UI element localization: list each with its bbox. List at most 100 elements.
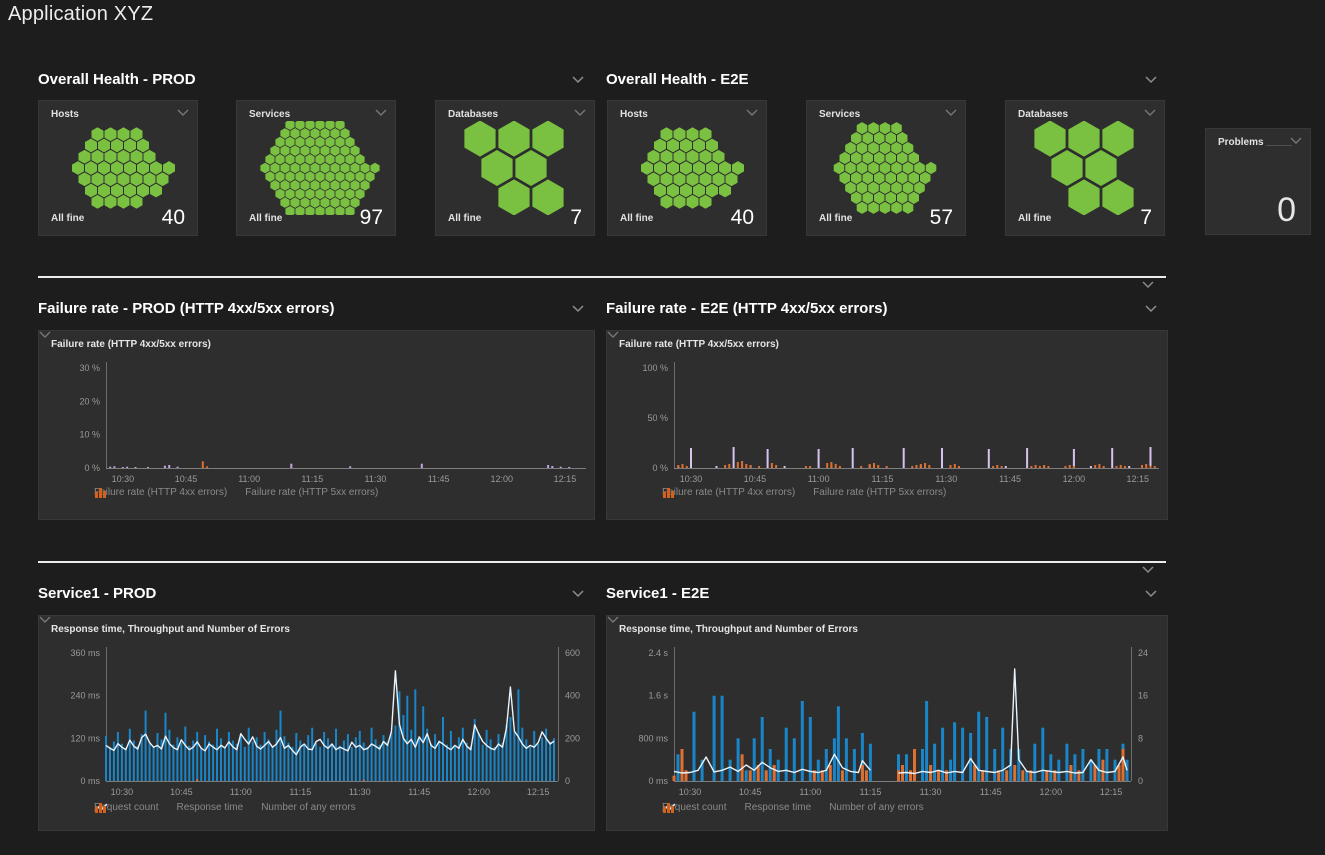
tile-title: Databases — [1018, 109, 1068, 120]
legend-label: Failure rate (HTTP 5xx errors) — [245, 487, 378, 498]
tile-status: All fine — [51, 213, 84, 224]
svg-text:11:45: 11:45 — [999, 474, 1021, 484]
tile-title: Databases — [448, 109, 498, 120]
hexagon-grid — [608, 121, 766, 215]
tile-status: All fine — [448, 213, 481, 224]
svg-text:0: 0 — [565, 776, 570, 786]
svg-text:11:30: 11:30 — [935, 474, 957, 484]
svg-text:1.6 s: 1.6 s — [648, 691, 668, 701]
svg-text:20 %: 20 % — [79, 396, 100, 406]
chevron-down-icon[interactable] — [1141, 565, 1155, 574]
chevron-down-icon[interactable] — [1144, 589, 1158, 598]
chevron-down-icon[interactable] — [746, 109, 758, 117]
chevron-down-icon[interactable] — [1141, 280, 1155, 289]
svg-text:600: 600 — [565, 648, 580, 658]
chart-plot: 0 ms800 ms1.6 s2.4 s08162410:3010:4511:0… — [607, 616, 1169, 832]
svg-text:30 %: 30 % — [79, 363, 100, 373]
tile-databases-e2e[interactable]: Databases All fine 7 — [1005, 100, 1165, 236]
legend-item[interactable]: Failure rate (HTTP 4xx errors) — [94, 487, 227, 498]
chart-legend: Failure rate (HTTP 4xx errors) Failure ra… — [94, 487, 378, 498]
chart-plot: 0 ms120 ms240 ms360 ms020040060010:3010:… — [39, 616, 596, 832]
svg-text:12:00: 12:00 — [467, 787, 490, 797]
chevron-down-icon[interactable] — [571, 589, 585, 598]
legend-label: Response time — [177, 802, 244, 813]
tile-title: Services — [249, 109, 290, 120]
chevron-down-icon[interactable] — [1290, 137, 1302, 145]
tile-status: All fine — [620, 213, 653, 224]
svg-text:16: 16 — [1138, 691, 1148, 701]
tile-failure-chart-e2e[interactable]: Failure rate (HTTP 4xx/5xx errors) 0 %50… — [606, 330, 1168, 520]
chevron-down-icon[interactable] — [571, 304, 585, 313]
hexagon-grid — [436, 121, 594, 215]
legend-item[interactable]: Failure rate (HTTP 5xx errors) — [245, 487, 378, 498]
tile-problems[interactable]: Problems 0 — [1205, 128, 1311, 235]
svg-text:400: 400 — [565, 691, 580, 701]
chevron-down-icon[interactable] — [1144, 75, 1158, 84]
svg-text:12:15: 12:15 — [1126, 474, 1149, 484]
svg-text:10:30: 10:30 — [111, 787, 134, 797]
svg-text:11:45: 11:45 — [980, 787, 1002, 797]
section-heading-label: Service1 - E2E — [606, 585, 709, 602]
section-heading-label: Overall Health - PROD — [38, 71, 196, 88]
section-heading-failure-prod: Failure rate - PROD (HTTP 4xx/5xx errors… — [38, 300, 595, 320]
tile-failure-chart-prod[interactable]: Failure rate (HTTP 4xx/5xx errors) 0 %10… — [38, 330, 595, 520]
svg-text:11:30: 11:30 — [349, 787, 371, 797]
chevron-down-icon[interactable] — [177, 109, 189, 117]
legend-item[interactable]: Failure rate (HTTP 5xx errors) — [813, 487, 946, 498]
tile-count: 40 — [731, 206, 754, 230]
svg-text:10:30: 10:30 — [679, 787, 702, 797]
svg-text:8: 8 — [1138, 733, 1143, 743]
legend-item[interactable]: Response time — [177, 802, 244, 813]
tile-service-chart-prod[interactable]: Response time, Throughput and Number of … — [38, 615, 595, 831]
svg-text:12:00: 12:00 — [1063, 474, 1086, 484]
svg-text:12:15: 12:15 — [554, 474, 577, 484]
svg-text:100 %: 100 % — [642, 363, 668, 373]
legend-item[interactable]: Number of any errors — [829, 802, 923, 813]
svg-text:10:30: 10:30 — [680, 474, 703, 484]
tile-hosts-e2e[interactable]: Hosts All fine 40 — [607, 100, 767, 236]
chevron-down-icon[interactable] — [1144, 109, 1156, 117]
section-heading-label: Failure rate - PROD (HTTP 4xx/5xx errors… — [38, 300, 335, 317]
chevron-down-icon[interactable] — [375, 109, 387, 117]
legend-label: Response time — [745, 802, 812, 813]
chart-legend: Request countResponse timeNumber of any … — [94, 802, 356, 813]
chevron-down-icon[interactable] — [571, 75, 585, 84]
svg-text:240 ms: 240 ms — [70, 691, 100, 701]
svg-text:11:00: 11:00 — [230, 787, 252, 797]
svg-text:12:00: 12:00 — [1040, 787, 1063, 797]
svg-text:24: 24 — [1138, 648, 1148, 658]
svg-text:800 ms: 800 ms — [638, 733, 668, 743]
tile-services-e2e[interactable]: Services All fine 57 — [806, 100, 966, 236]
legend-item[interactable]: Response time — [745, 802, 812, 813]
svg-text:120 ms: 120 ms — [70, 733, 100, 743]
section-heading-health-e2e: Overall Health - E2E — [606, 71, 1168, 91]
svg-text:10 %: 10 % — [79, 430, 100, 440]
tile-hosts-prod[interactable]: Hosts All fine 40 — [38, 100, 198, 236]
svg-text:12:00: 12:00 — [491, 474, 514, 484]
legend-label: Number of any errors — [829, 802, 923, 813]
tile-service-chart-e2e[interactable]: Response time, Throughput and Number of … — [606, 615, 1168, 831]
chevron-down-icon[interactable] — [574, 109, 586, 117]
legend-item[interactable]: Failure rate (HTTP 4xx errors) — [662, 487, 795, 498]
svg-text:2.4 s: 2.4 s — [648, 648, 668, 658]
tile-databases-prod[interactable]: Databases All fine 7 — [435, 100, 595, 236]
svg-text:11:00: 11:00 — [808, 474, 830, 484]
tile-services-prod[interactable]: Services All fine 97 — [236, 100, 396, 236]
hexagon-grid — [807, 121, 965, 215]
tile-count: 40 — [162, 206, 185, 230]
svg-text:200: 200 — [565, 733, 580, 743]
tile-count: 7 — [570, 206, 582, 230]
section-heading-label: Failure rate - E2E (HTTP 4xx/5xx errors) — [606, 300, 888, 317]
svg-text:11:30: 11:30 — [365, 474, 387, 484]
problems-count: 0 — [1277, 191, 1296, 230]
tile-title: Problems — [1218, 137, 1264, 148]
svg-text:11:30: 11:30 — [920, 787, 942, 797]
legend-item[interactable]: Number of any errors — [261, 802, 355, 813]
chart-legend: Request countResponse timeNumber of any … — [662, 802, 924, 813]
svg-text:0 %: 0 % — [652, 463, 668, 473]
chevron-down-icon[interactable] — [1144, 304, 1158, 313]
svg-text:11:00: 11:00 — [238, 474, 260, 484]
svg-text:11:45: 11:45 — [428, 474, 450, 484]
section-divider — [38, 276, 1166, 278]
chevron-down-icon[interactable] — [945, 109, 957, 117]
